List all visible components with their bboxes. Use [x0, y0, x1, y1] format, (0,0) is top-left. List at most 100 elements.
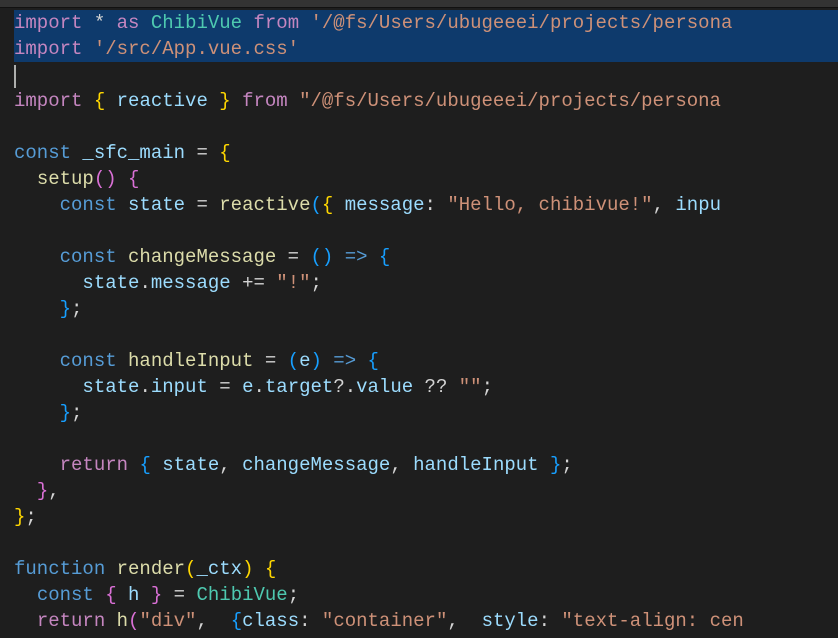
token-operator: =	[196, 142, 207, 164]
token-ident	[459, 610, 482, 632]
code-line[interactable]: const { h } = ChibiVue;	[14, 582, 838, 608]
token-paren2: (	[128, 610, 139, 632]
horizontal-scrollbar-track[interactable]	[0, 0, 838, 8]
token-keyword: as	[117, 12, 140, 34]
token-string: "container"	[322, 610, 447, 632]
token-funcdecl: handleInput	[128, 350, 253, 372]
token-ident	[117, 584, 128, 606]
token-ident	[14, 480, 37, 502]
token-ident	[231, 376, 242, 398]
code-line[interactable]	[14, 114, 838, 140]
token-ident	[208, 194, 219, 216]
code-line[interactable]: import '/src/App.vue.css'	[14, 36, 838, 62]
code-line[interactable]: state.input = e.target?.value ?? "";	[14, 374, 838, 400]
code-line[interactable]: return h("div", {class: "container", sty…	[14, 608, 838, 634]
token-ident	[185, 142, 196, 164]
token-ident	[539, 454, 550, 476]
code-line[interactable]: import * as ChibiVue from '/@fs/Users/ub…	[14, 10, 838, 36]
token-paren3: (	[310, 194, 321, 216]
token-type: ChibiVue	[196, 584, 287, 606]
token-paren2: {	[128, 168, 139, 190]
code-line[interactable]: const _sfc_main = {	[14, 140, 838, 166]
token-ident	[82, 38, 93, 60]
code-line[interactable]: const changeMessage = () => {	[14, 244, 838, 270]
token-ident	[276, 350, 287, 372]
token-paren3: ()	[310, 246, 333, 268]
token-operator: =	[265, 350, 276, 372]
token-const: const	[14, 142, 71, 164]
code-line[interactable]: };	[14, 504, 838, 530]
code-line[interactable]: };	[14, 296, 838, 322]
token-paren: {	[219, 142, 230, 164]
token-paren3: }	[550, 454, 561, 476]
token-const: const	[60, 246, 117, 268]
token-paren: {	[94, 90, 105, 112]
token-ident	[117, 194, 128, 216]
token-paren: {	[322, 194, 333, 216]
token-ident	[82, 90, 93, 112]
token-property: input	[151, 376, 208, 398]
token-property: changeMessage	[242, 454, 390, 476]
token-property: message	[151, 272, 231, 294]
token-ident	[299, 246, 310, 268]
token-func: h	[117, 610, 128, 632]
token-ident	[231, 454, 242, 476]
code-line[interactable]	[14, 62, 838, 88]
token-ident	[14, 350, 60, 372]
token-const: function	[14, 558, 105, 580]
token-property: reactive	[117, 90, 208, 112]
token-paren: }	[14, 506, 25, 528]
code-editor[interactable]: import * as ChibiVue from '/@fs/Users/ub…	[0, 8, 838, 634]
token-ident	[14, 298, 60, 320]
token-ident	[14, 194, 60, 216]
token-paren: )	[242, 558, 253, 580]
token-ident	[447, 376, 458, 398]
token-ident	[242, 12, 253, 34]
token-keyword: from	[242, 90, 288, 112]
token-ident	[14, 168, 37, 190]
code-line[interactable]	[14, 218, 838, 244]
token-paren2: }	[151, 584, 162, 606]
token-operator: =	[219, 376, 230, 398]
token-keyword: from	[253, 12, 299, 34]
token-property: handleInput	[413, 454, 538, 476]
token-ident	[162, 584, 173, 606]
code-line[interactable]	[14, 322, 838, 348]
token-ident	[253, 350, 264, 372]
token-paren3: }	[60, 298, 71, 320]
code-line[interactable]	[14, 426, 838, 452]
token-punct: ,	[196, 610, 207, 632]
token-ident	[208, 610, 231, 632]
token-operator: ??	[425, 376, 448, 398]
token-ident	[139, 12, 150, 34]
token-punct: ;	[71, 402, 82, 424]
token-ident	[105, 610, 116, 632]
code-line[interactable]: setup() {	[14, 166, 838, 192]
token-ident	[128, 454, 139, 476]
token-string: '/@fs/Users/ubugeeei/projects/persona	[311, 12, 733, 34]
token-paren3: {	[231, 610, 242, 632]
token-property: value	[356, 376, 413, 398]
token-property: inpu	[675, 194, 721, 216]
code-line[interactable]: const handleInput = (e) => {	[14, 348, 838, 374]
code-line[interactable]: state.message += "!";	[14, 270, 838, 296]
token-paren2: ()	[94, 168, 117, 190]
token-return: return	[37, 610, 105, 632]
token-paren3: {	[139, 454, 150, 476]
code-line[interactable]: import { reactive } from "/@fs/Users/ubu…	[14, 88, 838, 114]
code-line[interactable]: };	[14, 400, 838, 426]
code-line[interactable]	[14, 530, 838, 556]
code-line[interactable]: return { state, changeMessage, handleInp…	[14, 452, 838, 478]
code-line[interactable]: },	[14, 478, 838, 504]
token-ident	[185, 584, 196, 606]
token-ident	[117, 246, 128, 268]
token-ident	[550, 610, 561, 632]
token-return: return	[60, 454, 128, 476]
token-string: '/src/App.vue.css'	[94, 38, 299, 60]
code-line[interactable]: const state = reactive({ message: "Hello…	[14, 192, 838, 218]
code-line[interactable]: function render(_ctx) {	[14, 556, 838, 582]
token-paren2: }	[37, 480, 48, 502]
token-punct: ?.	[333, 376, 356, 398]
token-ident	[299, 12, 310, 34]
token-punct: ;	[25, 506, 36, 528]
